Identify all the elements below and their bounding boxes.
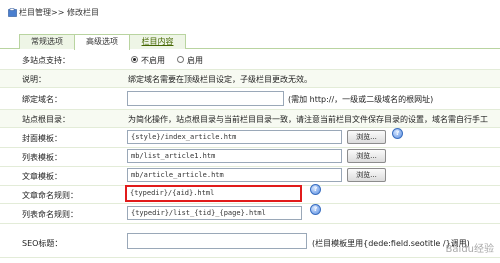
breadcrumb-section-link[interactable]: 栏目管理 bbox=[19, 8, 51, 17]
tab-content[interactable]: 栏目内容 bbox=[129, 34, 186, 49]
folder-icon bbox=[8, 8, 17, 17]
help-icon[interactable]: ? bbox=[310, 184, 321, 195]
site-root-label: 站点根目录： bbox=[22, 115, 70, 124]
domain-input[interactable] bbox=[127, 91, 284, 106]
list-template-input[interactable]: mb/list_article1.htm bbox=[127, 149, 342, 163]
list-template-label: 列表模板： bbox=[22, 153, 62, 162]
list-template-browse-button[interactable]: 浏览... bbox=[347, 149, 386, 163]
help-icon[interactable]: ? bbox=[392, 128, 403, 139]
seo-title-label: SEO标题： bbox=[22, 239, 63, 248]
domain-label: 绑定域名： bbox=[22, 95, 62, 104]
list-naming-input[interactable]: {typedir}/list_{tid}_{page}.html bbox=[127, 206, 302, 220]
tab-advanced[interactable]: 高级选项 bbox=[74, 34, 130, 50]
cover-template-browse-button[interactable]: 浏览... bbox=[347, 130, 386, 144]
breadcrumb-separator: >> bbox=[51, 8, 65, 17]
site-root-text: 为简化操作，站点根目录与当前栏目目录一致，请注意当前栏目文件保存目录的设置，域名… bbox=[128, 115, 488, 124]
breadcrumb-current: 修改栏目 bbox=[66, 8, 99, 17]
note-label: 说明： bbox=[22, 75, 46, 84]
multisite-off-label: 不启用 bbox=[141, 56, 165, 65]
help-icon[interactable]: ? bbox=[310, 204, 321, 215]
note-text: 绑定域名需要在顶级栏目设定，子级栏目更改无效。 bbox=[128, 75, 312, 84]
multisite-on-radio[interactable] bbox=[177, 56, 184, 63]
article-naming-label: 文章命名规则： bbox=[22, 191, 78, 200]
multisite-label: 多站点支持： bbox=[22, 56, 70, 65]
article-template-browse-button[interactable]: 浏览... bbox=[347, 168, 386, 182]
multisite-off-radio[interactable] bbox=[131, 56, 138, 63]
tab-general[interactable]: 常规选项 bbox=[19, 34, 75, 49]
breadcrumb: 栏目管理>> 修改栏目 bbox=[19, 7, 99, 18]
tab-content-label: 栏目内容 bbox=[141, 37, 174, 46]
cover-template-input[interactable]: {style}/index_article.htm bbox=[127, 130, 342, 144]
multisite-on-label: 启用 bbox=[187, 56, 203, 65]
article-template-label: 文章模板： bbox=[22, 172, 62, 181]
list-naming-label: 列表命名规则： bbox=[22, 210, 78, 219]
watermark: Baidu经验 bbox=[445, 244, 494, 255]
cover-template-label: 封面模板： bbox=[22, 134, 62, 143]
seo-title-input[interactable] bbox=[127, 233, 307, 249]
domain-hint: (需加 http://，一级或二级域名的根网址) bbox=[288, 95, 434, 104]
row-multisite bbox=[0, 49, 500, 70]
article-naming-input[interactable]: {typedir}/{aid}.html bbox=[125, 185, 302, 202]
article-template-input[interactable]: mb/article_article.htm bbox=[127, 168, 342, 182]
